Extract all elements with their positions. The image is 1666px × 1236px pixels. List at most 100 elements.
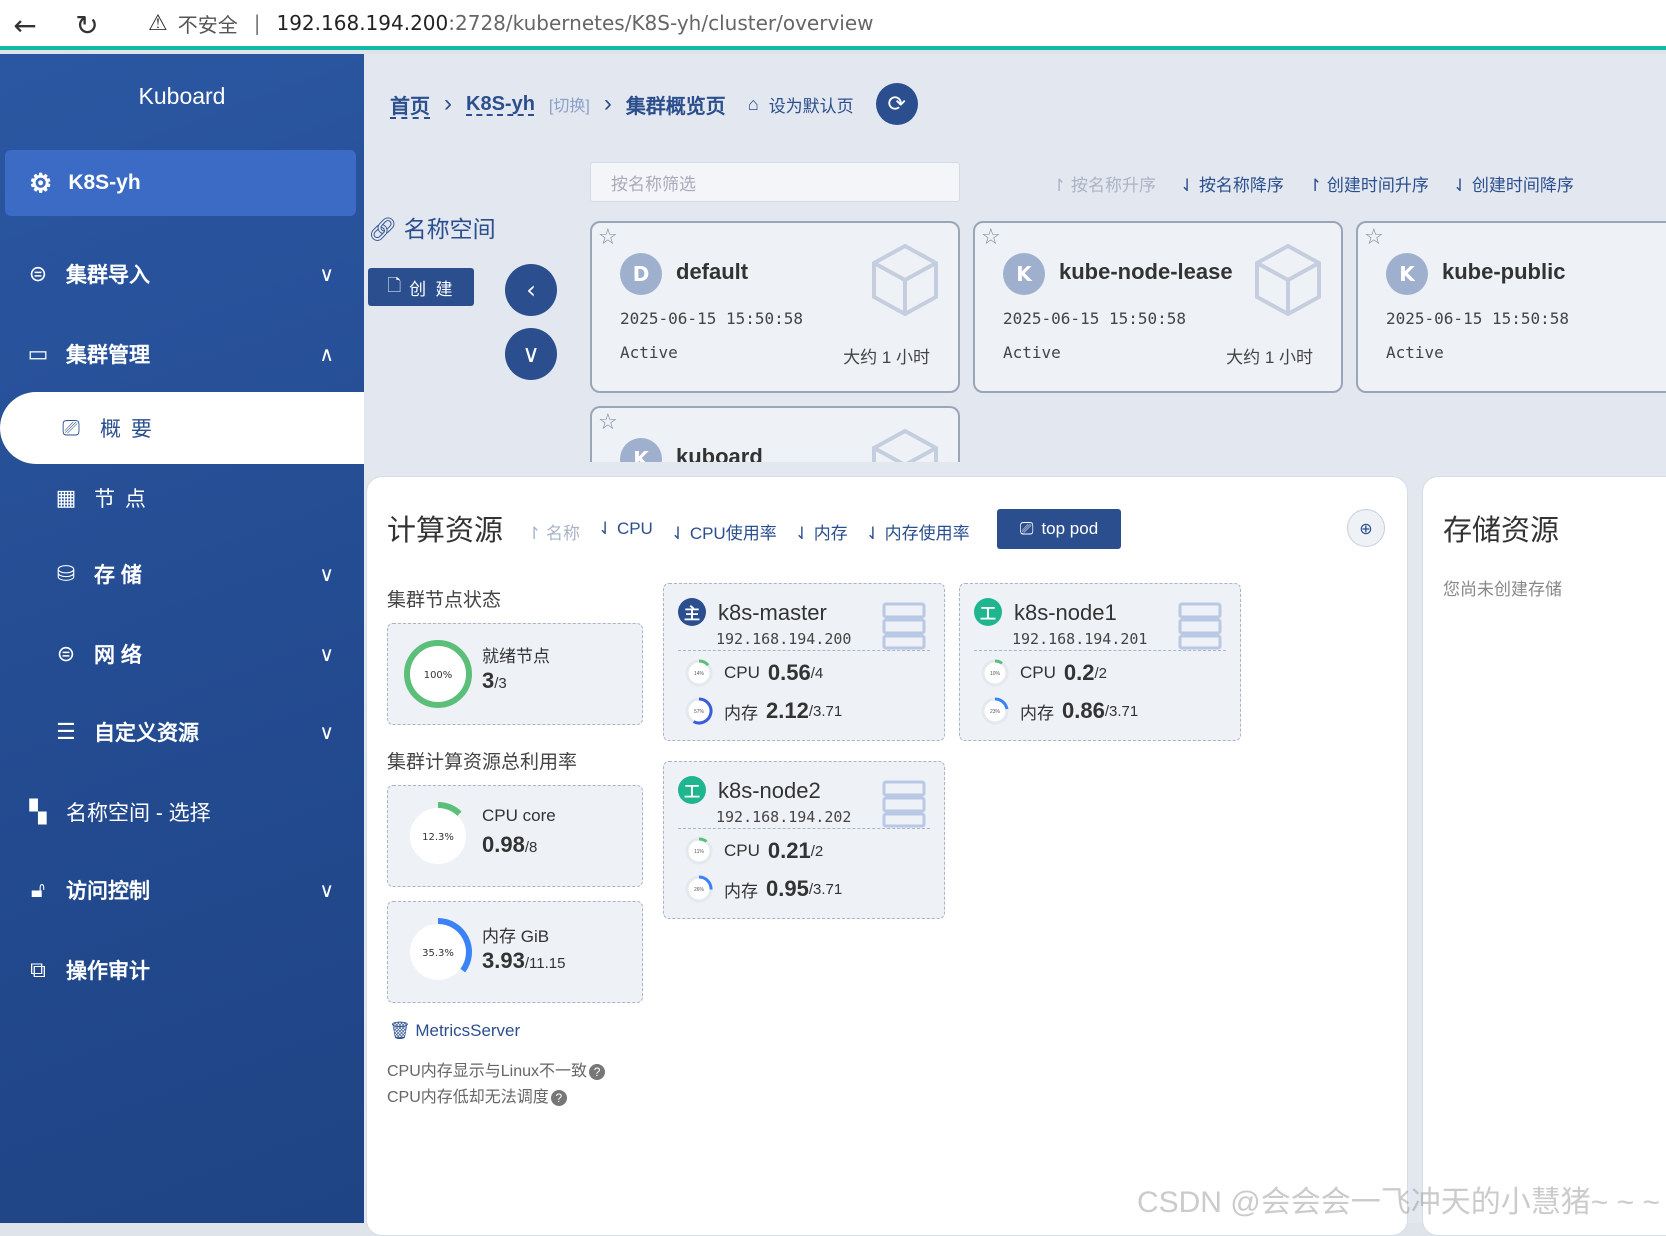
sidebar-item-cluster-manage[interactable]: ▭ 集群管理 ∧ xyxy=(0,324,364,384)
namespace-avatar: K xyxy=(1003,253,1045,295)
sidebar-item-audit[interactable]: ⧉ 操作审计 xyxy=(0,940,364,1000)
sliders-icon: ☰ xyxy=(56,719,76,744)
sidebar-item-access-control[interactable]: 🔓︎ 访问控制 ∨ xyxy=(0,860,364,920)
create-namespace-button[interactable]: 🗋︎ 创 建 xyxy=(368,268,474,306)
database-icon: ⛁ xyxy=(56,561,76,586)
namespace-avatar: D xyxy=(620,253,662,295)
star-icon[interactable]: ☆ xyxy=(981,225,1001,250)
link-icon: ⊜ xyxy=(56,641,76,666)
grid-icon: ▦ xyxy=(55,485,77,510)
namespace-card[interactable]: ☆ D default 2025-06-15 15:50:58 Active 大… xyxy=(590,221,960,393)
namespace-card[interactable]: ☆ K kube-public 2025-06-15 15:50:58 Acti… xyxy=(1356,221,1666,393)
namespace-sort-options: ↾ 按名称升序 ⇃ 按名称降序 ↾ 创建时间升序 ⇃ 创建时间降序 xyxy=(1052,171,1574,196)
divider xyxy=(678,828,930,829)
sidebar-item-label: 节 点 xyxy=(94,488,148,511)
node-card[interactable]: 主 k8s-master 192.168.194.200 14% CPU 0.56… xyxy=(663,583,945,741)
sort-created-asc[interactable]: ↾ 创建时间升序 xyxy=(1308,171,1429,196)
zoom-in-button[interactable]: ⊕ xyxy=(1347,509,1385,547)
help-note-1[interactable]: CPU内存显示与Linux不一致? xyxy=(387,1057,606,1081)
refresh-button[interactable]: ⟳ xyxy=(875,83,918,125)
sort-name-asc[interactable]: ↾ 按名称升序 xyxy=(1052,171,1156,196)
switch-cluster-link[interactable]: [切换] xyxy=(549,92,590,116)
question-icon: ? xyxy=(550,1090,567,1106)
gear-icon: ⚙ xyxy=(29,167,53,198)
sidebar-item-overview[interactable]: ⎚ 概 要 xyxy=(0,392,364,464)
namespace-created: 2025-06-15 15:50:58 xyxy=(1003,309,1187,328)
node-name: k8s-node2 xyxy=(718,778,821,803)
cpu-mini-ring: 10% xyxy=(981,659,1009,687)
memory-value: 3.93/11.15 xyxy=(482,948,566,973)
sidebar-item-label: 访问控制 xyxy=(66,880,150,903)
namespace-status: Active xyxy=(620,343,678,362)
chevron-down-icon: ∨ xyxy=(319,879,334,902)
sort-name-desc[interactable]: ⇃ 按名称降序 xyxy=(1180,171,1284,196)
cluster-selector[interactable]: ⚙ K8S-yh xyxy=(5,150,356,216)
metrics-server-link[interactable]: 🗑︎ MetricsServer xyxy=(389,1021,520,1041)
cpu-core-value: 0.98/8 xyxy=(482,832,538,857)
address-bar[interactable]: ⚠ 不安全 | 192.168.194.200:2728/kubernetes/… xyxy=(128,2,1666,44)
sidebar-item-label: 集群导入 xyxy=(66,264,150,287)
sort-created-desc[interactable]: ⇃ 创建时间降序 xyxy=(1453,171,1574,196)
sidebar-item-label: 概 要 xyxy=(100,418,154,441)
node-card[interactable]: 工 k8s-node2 192.168.194.202 11% CPU 0.21/… xyxy=(663,761,945,919)
reload-icon[interactable]: ↻ xyxy=(70,8,104,42)
namespace-status: Active xyxy=(1386,343,1444,362)
expand-button[interactable]: ∨ xyxy=(505,328,557,380)
server-icon xyxy=(882,602,926,650)
namespace-section-title: 🔗︎ 名称空间 xyxy=(368,210,496,244)
node-card[interactable]: 工 k8s-node1 192.168.194.201 10% CPU 0.2/2… xyxy=(959,583,1241,741)
node-memory: 23% 内存 0.86/3.71 xyxy=(980,696,1138,726)
top-pod-button[interactable]: ⎚ top pod xyxy=(997,509,1121,549)
sidebar-item-nodes[interactable]: ▦ 节 点 xyxy=(0,468,364,528)
sidebar-item-label: 网 络 xyxy=(94,644,142,667)
sort-by-cpu-usage[interactable]: ⇃ CPU使用率 xyxy=(671,519,777,544)
zoom-in-icon: ⊕ xyxy=(1359,518,1373,538)
memory-util-card: 35.3% 内存 GiB 3.93/11.15 xyxy=(387,901,643,1003)
breadcrumb-current: 集群概览页 xyxy=(625,95,726,118)
brand-logo[interactable]: Kuboard xyxy=(0,54,364,138)
star-icon[interactable]: ☆ xyxy=(1364,225,1384,250)
master-node-icon: 主 xyxy=(678,598,706,626)
star-icon[interactable]: ☆ xyxy=(598,225,618,250)
breadcrumb-home[interactable]: 首页 xyxy=(390,90,430,119)
url-text: 192.168.194.200:2728/kubernetes/K8S-yh/c… xyxy=(276,11,874,35)
sidebar-item-storage[interactable]: ⛁ 存 储 ∨ xyxy=(0,544,364,604)
chevron-right-icon: › xyxy=(444,90,452,117)
sidebar-item-network[interactable]: ⊜ 网 络 ∨ xyxy=(0,624,364,684)
top-pod-label: top pod xyxy=(1041,519,1099,538)
namespace-age: 大约 1 小时 xyxy=(1226,348,1313,367)
namespace-filter-input[interactable]: 按名称筛选 xyxy=(590,162,960,202)
svg-text:14%: 14% xyxy=(694,671,705,677)
cluster-name: K8S-yh xyxy=(68,171,141,194)
sort-by-memory[interactable]: ⇃ 内存 xyxy=(795,519,848,544)
url-separator: | xyxy=(253,11,261,35)
sort-by-name[interactable]: ↾ 名称 xyxy=(527,519,580,544)
sidebar-item-crd[interactable]: ☰ 自定义资源 ∨ xyxy=(0,702,364,762)
back-arrow-icon[interactable]: ← xyxy=(8,8,42,42)
breadcrumb: 首页 › K8S-yh [切换] › 集群概览页 ⌂ 设为默认页 ⟳ xyxy=(390,83,918,125)
node-cpu: 11% CPU 0.21/2 xyxy=(684,836,823,866)
chevron-down-icon: ∨ xyxy=(319,721,334,744)
sidebar-item-namespace-select[interactable]: ▚ 名称空间 - 选择 xyxy=(0,782,364,842)
sort-by-memory-usage[interactable]: ⇃ 内存使用率 xyxy=(866,519,970,544)
breadcrumb-cluster[interactable]: K8S-yh xyxy=(466,93,535,116)
prev-page-button[interactable]: ‹ xyxy=(505,264,557,316)
star-icon[interactable]: ☆ xyxy=(598,410,618,435)
help-note-2[interactable]: CPU内存低却无法调度? xyxy=(387,1083,567,1107)
namespace-card[interactable]: ☆ K kube-node-lease 2025-06-15 15:50:58 … xyxy=(973,221,1343,393)
namespace-card[interactable]: ☆ K kuboard xyxy=(590,406,960,462)
cpu-core-label: CPU core xyxy=(482,806,556,825)
apps-grid-icon: ▚ xyxy=(29,799,47,824)
set-default-link[interactable]: 设为默认页 xyxy=(769,92,854,117)
lock-icon: 🔓︎ xyxy=(30,877,46,902)
sidebar-item-cluster-import[interactable]: ⊜ 集群导入 ∨ xyxy=(0,244,364,304)
cube-icon xyxy=(1255,243,1321,317)
sidebar: Kuboard ⚙ K8S-yh ⊜ 集群导入 ∨ ▭ 集群管理 ∧ ⎚ 概 要… xyxy=(0,54,364,1223)
compute-title: 计算资源 xyxy=(387,515,504,547)
node-name: k8s-master xyxy=(718,600,827,625)
filter-placeholder: 按名称筛选 xyxy=(611,174,696,194)
node-cpu: 14% CPU 0.56/4 xyxy=(684,658,823,688)
compute-resources-panel: 计算资源 ↾ 名称 ⇃ CPU ⇃ CPU使用率 ⇃ 内存 ⇃ 内存使用率 ⎚ … xyxy=(366,476,1408,1236)
sidebar-item-label: 存 储 xyxy=(94,564,142,587)
sort-by-cpu[interactable]: ⇃ CPU xyxy=(598,519,653,544)
